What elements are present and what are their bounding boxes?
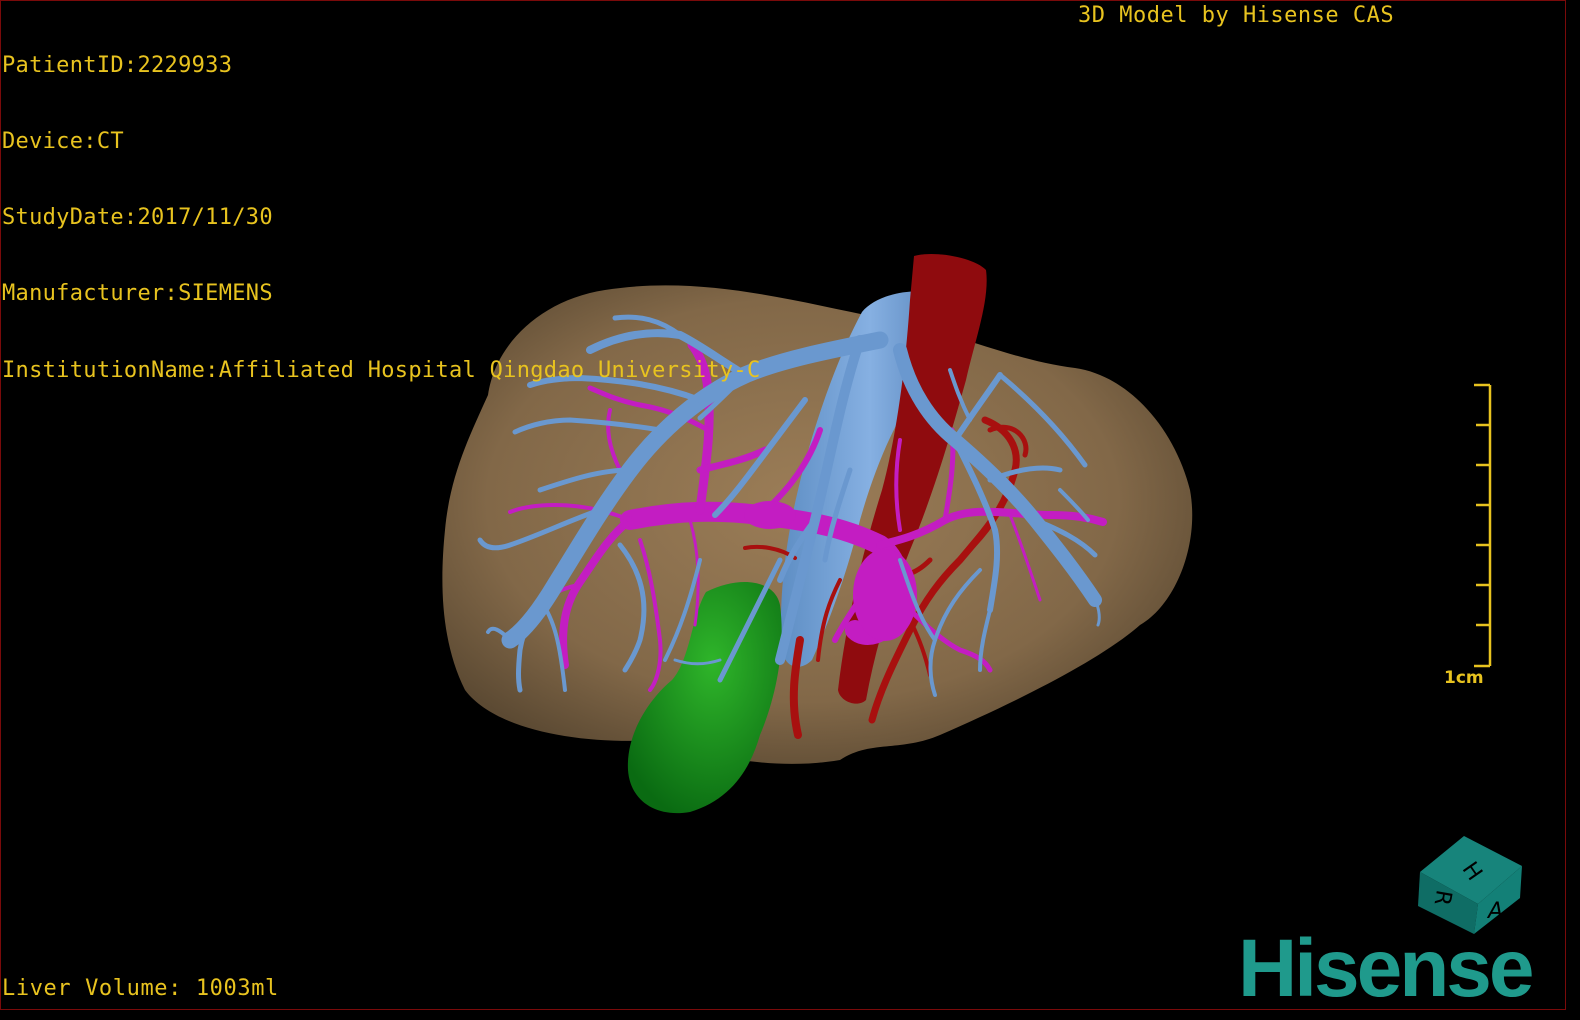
hisense-logo: Hisense xyxy=(1238,923,1535,1014)
patient-id-text: PatientID:2229933 xyxy=(2,52,233,78)
portal-vein-bifurcation xyxy=(853,549,917,641)
study-date-text: StudyDate:2017/11/30 xyxy=(2,205,273,231)
device-text: Device:CT xyxy=(2,129,124,155)
liver-volume-text: Liver Volume: 1003ml xyxy=(2,976,279,1001)
dicom-info-overlay: PatientID:2229933 Device:CT StudyDate:20… xyxy=(2,2,761,408)
portal-vein-junction xyxy=(744,501,796,529)
manufacturer-text: Manufacturer:SIEMENS xyxy=(2,281,273,307)
cube-face-a: A xyxy=(1486,899,1503,924)
scale-bar xyxy=(1474,383,1492,668)
scale-bar-label: 1cm xyxy=(1444,668,1484,688)
orientation-cube-icon[interactable]: H R A xyxy=(1412,832,1528,936)
institution-text: InstitutionName:Affiliated Hospital Qing… xyxy=(2,357,761,383)
model-credit-text: 3D Model by Hisense CAS xyxy=(1078,3,1395,28)
